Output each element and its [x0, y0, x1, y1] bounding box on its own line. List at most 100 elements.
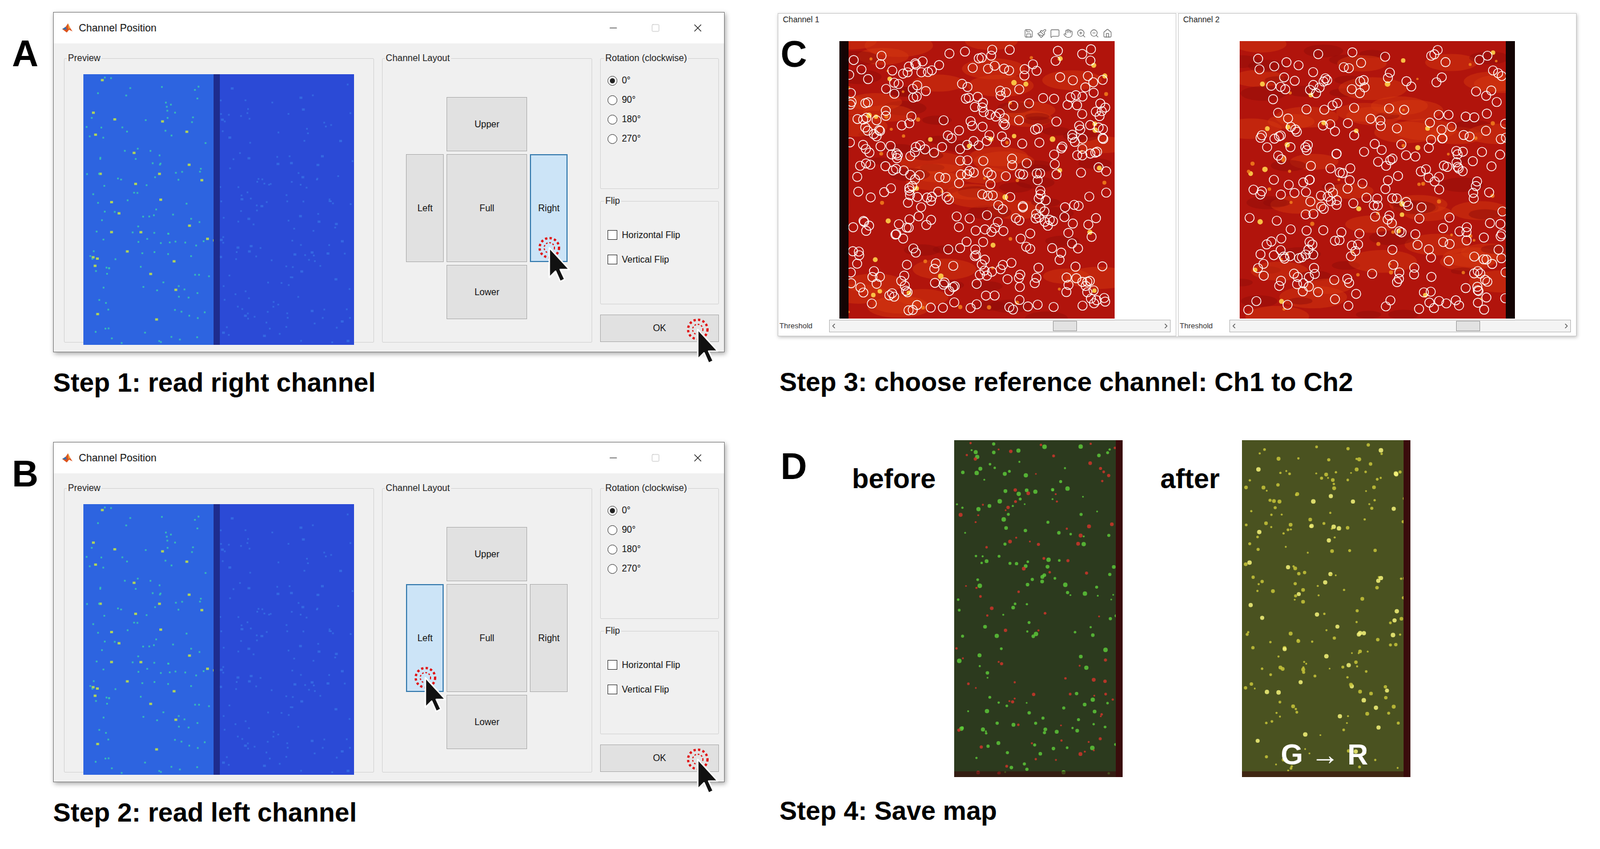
panel-label: D [780, 440, 852, 485]
flip-group: FlipHorizontal FlipVertical Flip [600, 194, 719, 305]
layout-button[interactable]: Lower [446, 264, 528, 320]
image-overlay-text: G → R [1280, 740, 1369, 770]
rotation-radio[interactable]: 90° [607, 520, 712, 540]
channel-position-dialog: Channel Position Preview Channel Layout Upp… [53, 11, 725, 353]
layout-button[interactable]: Upper [446, 97, 528, 152]
zoom-out-icon[interactable] [1089, 28, 1100, 39]
group-title: Rotation (clockwise) [604, 481, 689, 496]
rotation-radio[interactable]: 0° [607, 70, 712, 91]
rotation-radio[interactable]: 0° [607, 500, 712, 521]
maximize-button[interactable] [637, 16, 674, 40]
group-title: Flip [604, 624, 622, 638]
zoom-in-icon[interactable] [1076, 28, 1087, 39]
rotation-radio[interactable]: 270° [607, 559, 712, 579]
group-title: Channel Layout [384, 51, 452, 66]
close-icon [691, 21, 705, 35]
threshold-slider[interactable] [1229, 319, 1571, 333]
maximize-button[interactable] [637, 446, 674, 470]
layout-button[interactable]: Left [405, 584, 444, 693]
home-icon[interactable] [1102, 28, 1113, 39]
slider-left-icon[interactable] [829, 322, 838, 331]
figure-panel: Channel 1ThresholdChannel 2ThresholdCSte… [777, 13, 1600, 396]
axes-title: Channel 1 [778, 13, 1176, 26]
layout-button[interactable]: Full [446, 584, 528, 693]
panel-label: B [11, 441, 54, 783]
figure-panel: AChannel PositionPreviewChannel LayoutUp… [11, 11, 778, 396]
preview-group: Preview [63, 51, 375, 343]
group-title: Rotation (clockwise) [604, 51, 689, 66]
image-label: before [851, 465, 955, 493]
channel-layout-group: Channel Layout UpperLeftFullRightLower [382, 481, 593, 773]
slider-label: Threshold [1178, 320, 1230, 332]
flip-checkbox[interactable]: Vertical Flip [607, 677, 712, 702]
close-icon [691, 451, 705, 465]
slider-left-icon[interactable] [1229, 322, 1238, 331]
image-label: after [1160, 465, 1242, 493]
click-cursor-icon [412, 665, 448, 714]
ok-button[interactable]: OK [600, 314, 719, 343]
channel-image [1239, 41, 1515, 319]
slider-thumb[interactable] [1052, 320, 1077, 332]
slider-thumb[interactable] [1456, 320, 1481, 332]
rotation-group: Rotation (clockwise) 0°90°180°270° [600, 481, 719, 619]
channel-axes: Channel 2Threshold [1178, 13, 1577, 337]
rotation-group: Rotation (clockwise) 0°90°180°270° [600, 51, 719, 190]
maximize-icon [650, 23, 661, 33]
window-title: Channel Position [78, 450, 157, 466]
flip-checkbox[interactable]: Vertical Flip [607, 247, 712, 272]
minimize-icon [607, 452, 619, 464]
slider-right-icon[interactable] [1162, 322, 1171, 331]
panel-caption: Step 3: choose reference channel: Ch1 to… [779, 368, 1600, 396]
channel-image [839, 41, 1115, 319]
flip-checkbox[interactable]: Horizontal Flip [607, 652, 712, 678]
preview-image [83, 74, 355, 345]
datatip-icon[interactable] [1050, 28, 1060, 39]
minimize-button[interactable] [595, 16, 632, 40]
channel-position-dialog: Channel Position Preview Channel Layout Upp… [53, 441, 725, 783]
rotation-radio[interactable]: 270° [607, 129, 712, 149]
close-button[interactable] [679, 446, 717, 470]
slider-right-icon[interactable] [1562, 322, 1571, 331]
layout-button[interactable]: Full [446, 154, 528, 263]
minimize-icon [607, 22, 619, 34]
group-title: Preview [66, 481, 102, 496]
rotation-radio[interactable]: 180° [607, 539, 712, 560]
figure-panel: B Channel Position Preview Channel Layout Up… [11, 441, 778, 826]
threshold-slider[interactable] [829, 319, 1171, 333]
figure-panel: Dbefore after G → R Step 4: Save map [777, 440, 1600, 824]
maximize-icon [650, 453, 661, 463]
panel-label: C [780, 35, 807, 73]
flip-group: Flip Horizontal FlipVertical Flip [600, 624, 719, 735]
layout-button[interactable]: Right [529, 584, 568, 693]
layout-button[interactable]: Upper [446, 527, 528, 582]
matlab-icon [61, 22, 74, 34]
export-icon[interactable] [1023, 28, 1034, 39]
rotation-radio[interactable]: 90° [607, 90, 712, 110]
rotation-radio[interactable]: 180° [607, 109, 712, 130]
layout-button[interactable]: Right [529, 154, 568, 263]
brush-icon[interactable] [1036, 28, 1047, 39]
group-title: Channel Layout [384, 481, 452, 496]
minimize-button[interactable] [595, 446, 632, 470]
panel-caption: Step 1: read right channel [53, 369, 778, 396]
click-cursor-icon [685, 316, 720, 365]
flip-checkbox[interactable]: Horizontal Flip [607, 222, 712, 248]
click-cursor-icon [685, 746, 720, 795]
channel-layout-group: Channel Layout UpperLeftFullRightLower [382, 51, 593, 343]
title-bar: Channel Position [53, 12, 725, 44]
group-title: Preview [66, 51, 102, 66]
slider-label: Threshold [778, 320, 830, 332]
preview-group: Preview [63, 481, 375, 773]
panel-caption: Step 4: Save map [779, 797, 1600, 824]
map-image: G → R [1241, 440, 1411, 778]
layout-button[interactable]: Lower [446, 694, 528, 750]
ok-button[interactable]: OK [600, 744, 719, 773]
preview-image [83, 504, 355, 775]
channel-axes: Channel 1 Threshold [777, 13, 1177, 337]
pan-icon[interactable] [1063, 28, 1073, 39]
click-cursor-icon [536, 235, 572, 284]
close-button[interactable] [679, 16, 717, 40]
panel-caption: Step 2: read left channel [53, 799, 778, 826]
window-title: Channel Position [78, 20, 157, 36]
layout-button[interactable]: Left [405, 154, 444, 263]
